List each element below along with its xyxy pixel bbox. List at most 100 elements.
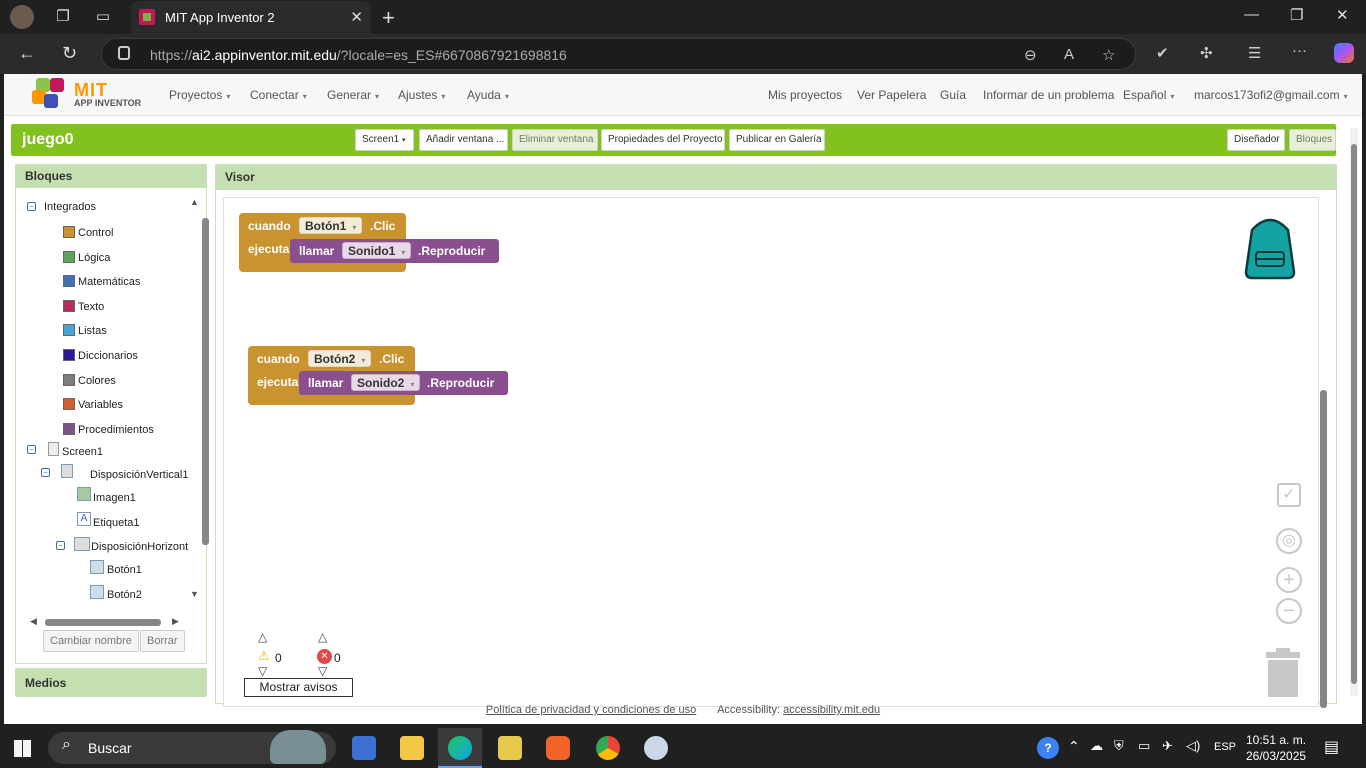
paint-app-icon[interactable] <box>644 736 668 760</box>
back-icon[interactable]: ← <box>18 43 36 64</box>
read-aloud-icon[interactable]: A <box>1064 46 1074 63</box>
category-3[interactable]: Texto <box>78 301 104 313</box>
warnings-up-icon[interactable]: △ <box>258 630 267 644</box>
address-bar[interactable]: https://ai2.appinventor.mit.edu/?locale=… <box>101 38 1136 70</box>
extension-check-icon[interactable]: ✔ <box>1156 44 1169 62</box>
reload-icon[interactable]: ↻ <box>62 43 77 64</box>
menu-build[interactable]: Generar ▾ <box>327 88 379 102</box>
browser-tab[interactable]: MIT App Inventor 2 ✕ <box>131 1 371 34</box>
file-explorer-icon[interactable] <box>400 736 424 760</box>
link-my-projects[interactable]: Mis proyectos <box>768 88 842 102</box>
tree-builtin[interactable]: Integrados <box>44 201 96 213</box>
category-0[interactable]: Control <box>78 227 113 239</box>
accessibility-link[interactable]: accessibility.mit.edu <box>783 704 880 716</box>
language-menu[interactable]: Español ▾ <box>1123 88 1174 102</box>
security-icon[interactable]: ⛨ <box>1114 738 1124 754</box>
help-icon[interactable]: ? <box>1037 737 1059 759</box>
trash-icon[interactable] <box>1264 648 1302 698</box>
volume-icon[interactable]: ◁) <box>1186 738 1200 754</box>
menu-help[interactable]: Ayuda ▾ <box>467 88 509 102</box>
show-hidden-icons-icon[interactable]: ⌃ <box>1068 738 1080 755</box>
taskbar-app-computer-icon[interactable] <box>352 736 376 760</box>
link-guide[interactable]: Guía <box>940 88 966 102</box>
publish-gallery-button[interactable]: Publicar en Galería <box>729 129 825 151</box>
zoom-out-icon[interactable]: − <box>1276 598 1302 624</box>
add-screen-button[interactable]: Añadir ventana ... <box>419 129 508 151</box>
delete-button[interactable]: Borrar <box>140 630 185 652</box>
tree-label1[interactable]: Etiqueta1 <box>93 517 139 529</box>
sound2-selector[interactable]: Sonido2 ▾ <box>351 374 421 391</box>
zoom-in-icon[interactable]: + <box>1276 567 1302 593</box>
menu-connect[interactable]: Conectar ▾ <box>250 88 307 102</box>
favorite-star-icon[interactable]: ☆ <box>1102 46 1115 64</box>
more-options-icon[interactable]: ··· <box>1292 42 1307 59</box>
call-sound2-play-block[interactable]: llamar Sonido2 ▾ .Reproducir <box>299 371 508 395</box>
tree-screen1[interactable]: Screen1 <box>62 446 103 458</box>
category-1[interactable]: Lógica <box>78 252 110 264</box>
remove-screen-button[interactable]: Eliminar ventana <box>512 129 598 151</box>
tree-image1[interactable]: Imagen1 <box>93 492 136 504</box>
category-5[interactable]: Diccionarios <box>78 350 138 362</box>
tree-vertical-arrangement[interactable]: DisposiciónVertical1 <box>90 469 188 481</box>
network-icon[interactable]: ☁ <box>1090 738 1103 754</box>
windows-start-icon[interactable] <box>14 740 31 757</box>
screen-select[interactable]: Screen1 ▾ <box>355 129 414 151</box>
close-tab-icon[interactable]: ✕ <box>350 8 363 26</box>
edge-active-slot[interactable] <box>438 728 482 768</box>
taskbar-app-t-icon[interactable] <box>498 736 522 760</box>
workspaces-icon[interactable]: ❐ <box>52 6 74 28</box>
category-6[interactable]: Colores <box>78 375 116 387</box>
sound1-selector[interactable]: Sonido1 ▾ <box>342 242 412 259</box>
taskbar-search[interactable]: ⌕ Buscar <box>48 730 336 764</box>
favorites-icon[interactable]: ☰ <box>1248 44 1261 62</box>
link-report-issue[interactable]: Informar de un problema <box>983 88 1114 102</box>
collapse-horizontal-icon[interactable]: − <box>56 541 65 550</box>
battery-icon[interactable]: ▭ <box>1138 738 1150 754</box>
tree-vertical-scrollbar[interactable] <box>202 218 209 545</box>
category-2[interactable]: Matemáticas <box>78 276 140 288</box>
close-window-icon[interactable]: ✕ <box>1336 6 1349 24</box>
category-8[interactable]: Procedimientos <box>78 424 154 436</box>
page-scrollbar-track[interactable] <box>1350 128 1358 696</box>
project-properties-button[interactable]: Propiedades del Proyecto <box>601 129 725 151</box>
cleanup-blocks-icon[interactable]: ✓ <box>1277 483 1301 507</box>
tree-button2[interactable]: Botón2 <box>107 589 142 601</box>
button1-selector[interactable]: Botón1 ▾ <box>299 217 363 234</box>
blocks-button[interactable]: Bloques <box>1289 129 1336 151</box>
tree-horizontal-scrollbar[interactable] <box>45 619 161 626</box>
system-clock[interactable]: 10:51 a. m. 26/03/2025 <box>1246 732 1306 764</box>
user-menu[interactable]: marcos173ofi2@gmail.com ▾ <box>1194 88 1348 102</box>
backpack-icon[interactable] <box>1238 216 1302 282</box>
mit-logo-icon[interactable] <box>32 78 70 112</box>
copilot-icon[interactable] <box>1334 43 1354 63</box>
errors-down-icon[interactable]: ▽ <box>318 664 327 678</box>
collapse-vertical-icon[interactable]: − <box>41 468 50 477</box>
show-warnings-button[interactable]: Mostrar avisos <box>244 678 353 697</box>
minimize-icon[interactable]: — <box>1244 6 1259 23</box>
extensions-icon[interactable]: ✣ <box>1200 44 1213 62</box>
link-trash[interactable]: Ver Papelera <box>857 88 926 102</box>
recenter-icon[interactable]: ◎ <box>1276 528 1302 554</box>
manatee-widget-icon[interactable] <box>270 730 326 764</box>
designer-button[interactable]: Diseñador <box>1227 129 1285 151</box>
workspace-vertical-scrollbar[interactable] <box>1320 390 1327 708</box>
blocks-workspace[interactable]: cuando Botón1 ▾ .Clic ejecutar llamar Son… <box>223 197 1319 707</box>
notifications-icon[interactable]: ▤ <box>1324 737 1339 757</box>
rename-button[interactable]: Cambiar nombre <box>43 630 139 652</box>
category-7[interactable]: Variables <box>78 399 123 411</box>
collapse-screen-icon[interactable]: − <box>27 445 36 454</box>
warnings-down-icon[interactable]: ▽ <box>258 664 267 678</box>
tree-button1[interactable]: Botón1 <box>107 564 142 576</box>
new-tab-icon[interactable]: + <box>382 5 395 31</box>
scroll-right-icon[interactable]: ▶ <box>172 616 179 627</box>
call-sound1-play-block[interactable]: llamar Sonido1 ▾ .Reproducir <box>290 239 499 263</box>
tree-horizontal-arrangement[interactable]: DisposiciónHorizont <box>91 541 201 553</box>
keyboard-language[interactable]: ESP <box>1214 741 1236 753</box>
menu-projects[interactable]: Proyectos ▾ <box>169 88 230 102</box>
zoom-icon[interactable]: ⊖ <box>1024 46 1037 64</box>
restore-icon[interactable]: ❐ <box>1290 6 1303 24</box>
scroll-up-icon[interactable]: ▲ <box>190 197 199 207</box>
brave-browser-icon[interactable] <box>546 736 570 760</box>
page-scrollbar-thumb[interactable] <box>1351 144 1357 684</box>
profile-avatar-icon[interactable] <box>10 5 34 29</box>
